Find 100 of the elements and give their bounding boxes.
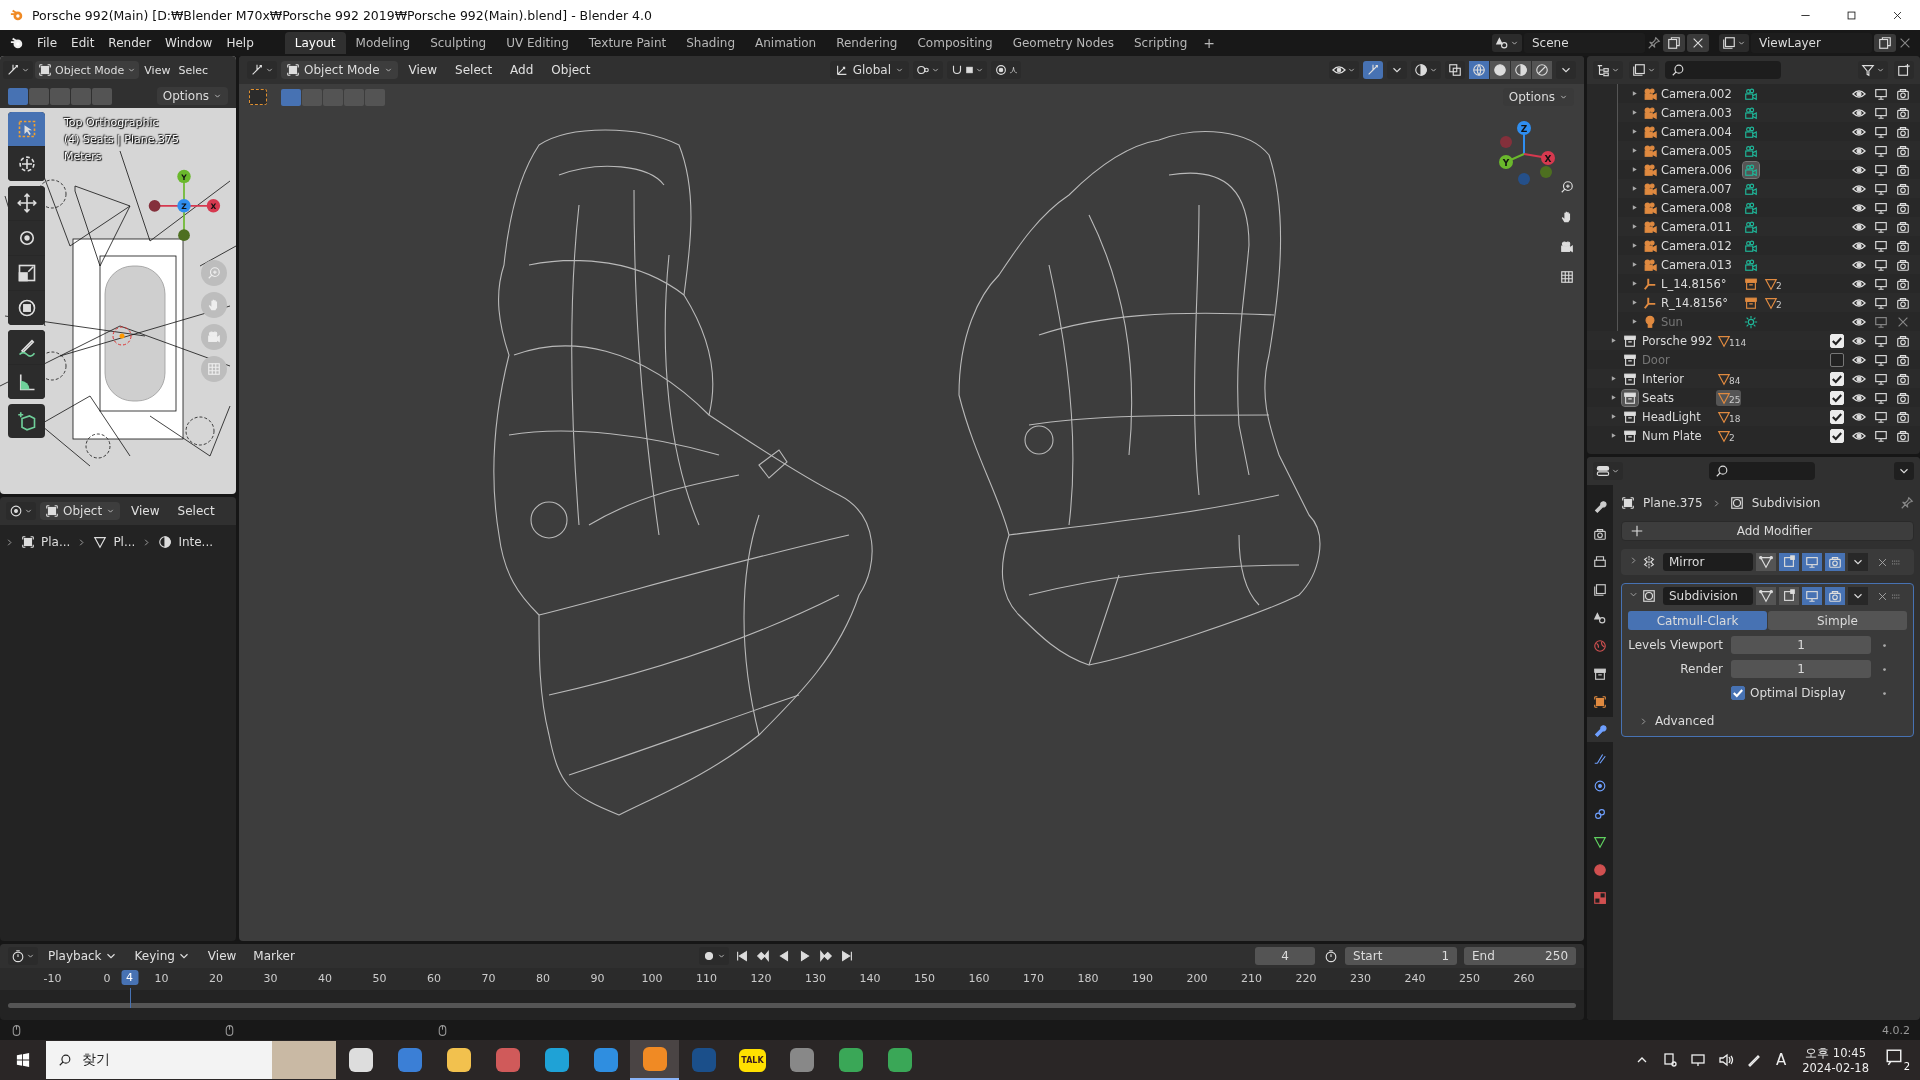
modifier-name-field[interactable]: Mirror (1663, 553, 1753, 571)
viewport-info-text: Top Orthographic (64, 116, 160, 129)
add-workspace-button[interactable]: + (1197, 33, 1222, 53)
menu-item[interactable]: File (30, 36, 65, 50)
outliner-item[interactable]: Camera.012 (1661, 238, 1739, 253)
frame-number: 10 (154, 971, 169, 987)
add-modifier-button[interactable]: Add Modifier (1621, 521, 1914, 541)
playhead[interactable]: 4 (121, 970, 139, 985)
outliner-item[interactable]: L_14.8156° (1661, 276, 1739, 291)
search-field[interactable]: 찾기 (46, 1041, 336, 1079)
menu-item[interactable]: Add (503, 63, 541, 77)
frame-number: 20 (209, 971, 224, 987)
input-method-indicator[interactable]: A (1775, 1051, 1787, 1069)
menu-item[interactable]: View (124, 504, 167, 518)
subdivision-type-button[interactable]: Catmull-Clark (1628, 611, 1767, 630)
menu-item[interactable]: Selec (175, 63, 212, 77)
workspace-tab[interactable]: Shading (676, 32, 745, 54)
outliner-item[interactable]: Camera.013 (1661, 257, 1739, 272)
frame-number: 130 (805, 971, 827, 987)
outliner-item[interactable]: Porsche 992 (1642, 333, 1712, 348)
frame-number: 110 (696, 971, 718, 987)
breadcrumb-item[interactable]: Inte... (178, 535, 214, 549)
number-field[interactable]: 1 (1731, 636, 1871, 654)
current-frame-field[interactable]: 4 (1255, 947, 1315, 965)
subpanel-header[interactable]: Advanced (1655, 714, 1715, 728)
outliner-item[interactable]: Seats (1642, 390, 1712, 405)
menu-item[interactable]: Playback (41, 949, 125, 963)
menu-item[interactable]: Object (544, 63, 598, 77)
child-count: 2 (1776, 299, 1782, 310)
outliner-item[interactable]: Camera.004 (1661, 124, 1739, 139)
navigation-gizmo[interactable]: Y Z X (142, 168, 226, 252)
modifier-name: Subdivision (1751, 496, 1821, 510)
mode-dropdown[interactable]: Object (40, 502, 121, 520)
menu-item[interactable]: Render (101, 36, 159, 50)
workspace-tab[interactable]: UV Editing (496, 32, 579, 54)
orientation-dropdown[interactable]: Global (829, 61, 909, 79)
notification-button[interactable]: 2 (1885, 1048, 1910, 1072)
workspace-tab[interactable]: Geometry Nodes (1002, 32, 1124, 54)
number-field[interactable]: 1 (1731, 660, 1871, 678)
workspace-tab[interactable]: Compositing (907, 32, 1003, 54)
workspace-tab[interactable]: Texture Paint (578, 32, 677, 54)
frame-number: 200 (1186, 971, 1208, 987)
outliner-item[interactable]: Camera.005 (1661, 143, 1739, 158)
options-dropdown[interactable]: Options (156, 87, 228, 105)
window-title: Porsche 992(Main) [D:₩Blender M70x₩Porsche 992 2019₩Porsche 992(Main).blend] - Blender 4.0 (32, 7, 652, 23)
outliner-item[interactable]: Camera.006 (1661, 162, 1739, 177)
menu-item[interactable]: Help (219, 36, 261, 50)
child-count: 18 (1729, 413, 1741, 424)
outliner-item[interactable]: R_14.8156° (1661, 295, 1739, 310)
frame-number: 190 (1132, 971, 1154, 987)
outliner-item[interactable]: Camera.003 (1661, 105, 1739, 120)
outliner-item[interactable]: HeadLight (1642, 409, 1712, 424)
options-dropdown[interactable]: Options (1502, 88, 1574, 106)
child-count: 25 (1729, 394, 1741, 405)
frame-number: 30 (263, 971, 278, 987)
taskbar-app[interactable]: TALK (728, 1040, 777, 1080)
menu-item[interactable]: Select (170, 504, 222, 518)
end-frame-field[interactable]: End 250 (1464, 947, 1576, 965)
outliner-item[interactable]: Camera.011 (1661, 219, 1739, 234)
frame-number: 80 (536, 971, 551, 987)
breadcrumb-item[interactable]: Pla... (41, 535, 71, 549)
view-layer-field[interactable]: ViewLayer (1751, 33, 1872, 53)
menu-item[interactable]: Select (448, 63, 500, 77)
version-label: 4.0.2 (1882, 1023, 1910, 1037)
menu-item[interactable]: Marker (246, 949, 302, 963)
workspace-tab[interactable]: Animation (745, 32, 827, 54)
workspace-tab[interactable]: Scripting (1123, 32, 1198, 54)
menu-item[interactable]: View (141, 63, 174, 77)
menu-item[interactable]: Edit (64, 36, 102, 50)
breadcrumb-item[interactable]: Pl... (113, 535, 136, 549)
menu-item[interactable]: Keying (127, 949, 198, 963)
frame-number: 90 (590, 971, 605, 987)
workspace-tab[interactable]: Layout (284, 32, 346, 54)
menu-item[interactable]: View (401, 63, 445, 77)
frame-number: 150 (914, 971, 936, 987)
outliner-item[interactable]: Camera.008 (1661, 200, 1739, 215)
clock[interactable]: 오후 10:45 2024-02-18 (1802, 1045, 1869, 1075)
menu-item[interactable]: Window (158, 36, 220, 50)
field-label: Levels Viewport (1628, 638, 1723, 652)
outliner-item[interactable]: Camera.007 (1661, 181, 1739, 196)
outliner-item[interactable]: Num Plate (1642, 428, 1712, 443)
workspace-tab[interactable]: Rendering (826, 32, 908, 54)
modifier-name-field[interactable]: Subdivision (1663, 587, 1753, 605)
menu-item[interactable]: View (200, 949, 244, 963)
outliner-item[interactable]: Interior (1642, 371, 1712, 386)
mode-dropdown[interactable]: Object Mode (281, 61, 398, 79)
scene-field[interactable]: Scene (1524, 33, 1645, 53)
mode-dropdown[interactable]: Object Mode (35, 61, 140, 79)
frame-number: 40 (318, 971, 333, 987)
frame-number: -10 (43, 971, 62, 987)
frame-number: 100 (641, 971, 663, 987)
frame-number: 140 (859, 971, 881, 987)
frame-number: 210 (1241, 971, 1263, 987)
subdivision-type-button[interactable]: Simple (1768, 611, 1907, 630)
outliner-item[interactable]: Camera.002 (1661, 86, 1739, 101)
workspace-tab[interactable]: Modeling (345, 32, 421, 54)
workspace-tab[interactable]: Sculpting (420, 32, 497, 54)
start-frame-field[interactable]: Start 1 (1345, 947, 1457, 965)
child-count: 2 (1776, 280, 1782, 291)
navigation-gizmo[interactable]: Z Y X (1486, 114, 1566, 194)
